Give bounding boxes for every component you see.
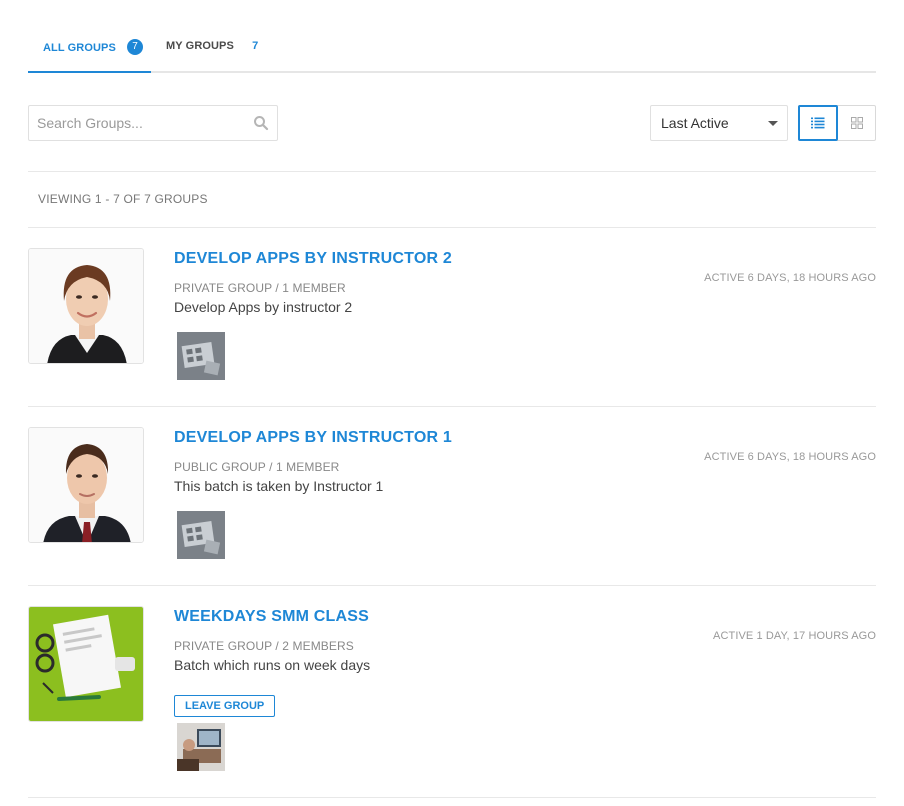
member-avatar[interactable] <box>177 723 225 771</box>
divider <box>28 797 876 798</box>
divider <box>28 171 876 172</box>
group-description: Batch which runs on week days <box>174 657 371 673</box>
tab-all-groups[interactable]: All Groups 7 <box>28 39 151 73</box>
leave-group-button[interactable]: LEAVE GROUP <box>174 695 276 717</box>
grid-icon <box>851 117 863 129</box>
group-avatar[interactable] <box>28 248 144 364</box>
group-last-active: ACTIVE 6 DAYS, 18 HOURS AGO <box>704 451 876 463</box>
group-last-active: ACTIVE 6 DAYS, 18 HOURS AGO <box>704 272 876 284</box>
all-groups-count-badge: 7 <box>127 39 144 55</box>
search-icon[interactable] <box>253 115 269 131</box>
divider <box>28 585 876 586</box>
group-avatar[interactable] <box>28 606 144 722</box>
group-title-link[interactable]: WEEKDAYS SMM CLASS <box>174 608 369 626</box>
member-avatar[interactable] <box>177 511 225 559</box>
group-type-members: PRIVATE GROUP / 1 MEMBER <box>174 281 346 295</box>
divider <box>28 227 876 228</box>
list-icon <box>811 117 825 129</box>
view-toggle <box>798 105 876 141</box>
list-view-button[interactable] <box>798 105 838 141</box>
sort-order-select[interactable]: Last Active <box>650 105 788 141</box>
group-type-members: PRIVATE GROUP / 2 MEMBERS <box>174 639 354 653</box>
group-type-members: PUBLIC GROUP / 1 MEMBER <box>174 460 340 474</box>
group-description: Develop Apps by instructor 2 <box>174 299 353 315</box>
group-list-item: DEVELOP APPS BY INSTRUCTOR 2 PRIVATE GRO… <box>28 248 876 380</box>
group-list-item: WEEKDAYS SMM CLASS PRIVATE GROUP / 2 MEM… <box>28 606 876 776</box>
group-avatar[interactable] <box>28 427 144 543</box>
search-input[interactable] <box>29 106 239 140</box>
chevron-down-icon <box>768 121 778 126</box>
tab-my-groups[interactable]: My Groups 7 <box>166 40 276 73</box>
search-box <box>28 105 278 141</box>
tab-my-groups-label: My Groups <box>166 40 234 53</box>
divider <box>28 406 876 407</box>
tab-all-groups-label: All Groups <box>43 41 116 54</box>
group-title-link[interactable]: DEVELOP APPS BY INSTRUCTOR 1 <box>174 429 452 447</box>
group-description: This batch is taken by Instructor 1 <box>174 478 384 494</box>
group-list-item: DEVELOP APPS BY INSTRUCTOR 1 PUBLIC GROU… <box>28 427 876 559</box>
member-avatar[interactable] <box>177 332 225 380</box>
grid-view-button[interactable] <box>837 105 877 141</box>
group-last-active: ACTIVE 1 DAY, 17 HOURS AGO <box>713 630 876 642</box>
group-title-link[interactable]: DEVELOP APPS BY INSTRUCTOR 2 <box>174 250 452 268</box>
group-tabs: All Groups 7 My Groups 7 <box>28 0 876 73</box>
pagination-count-text: VIEWING 1 - 7 OF 7 GROUPS <box>38 192 208 206</box>
my-groups-count: 7 <box>252 40 259 53</box>
sort-order-value: Last Active <box>661 115 729 131</box>
